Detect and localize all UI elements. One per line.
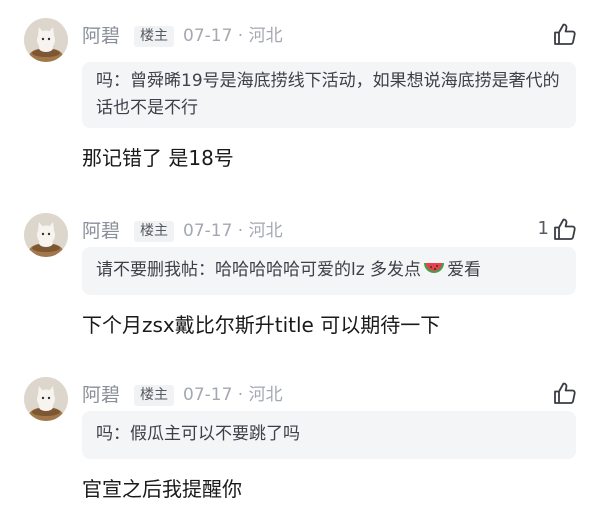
comment-item: 阿碧 楼主 07-17 · 河北 吗：假瓜主可以不要跳了吗 官宣之后我提醒你 <box>0 377 600 517</box>
thumbs-up-icon <box>554 218 576 240</box>
comment-text: 官宣之后我提醒你 <box>82 477 242 501</box>
cat-avatar-image <box>24 213 68 257</box>
avatar[interactable] <box>24 213 68 257</box>
author-name[interactable]: 阿碧 <box>82 219 120 243</box>
cat-avatar-image <box>24 377 68 421</box>
watermelon-icon <box>424 263 445 273</box>
comment-item: 阿碧 楼主 07-17 · 河北 吗：曾舜晞19号是海底捞线下活动，如果想说海底… <box>0 18 600 178</box>
comment-meta: 07-17 · 河北 <box>183 26 283 46</box>
like-count: 1 <box>537 218 549 239</box>
like-button[interactable]: 1 <box>538 216 578 242</box>
like-button[interactable] <box>549 21 578 47</box>
quoted-comment[interactable]: 吗：曾舜晞19号是海底捞线下活动，如果想说海底捞是奢代的话也不是不行 <box>82 62 576 128</box>
comment-meta: 07-17 · 河北 <box>183 385 283 405</box>
avatar[interactable] <box>24 18 68 62</box>
cat-avatar-image <box>24 18 68 62</box>
comment-meta: 07-17 · 河北 <box>183 221 283 241</box>
quoted-author[interactable]: 吗： <box>96 424 130 444</box>
op-badge: 楼主 <box>134 26 174 47</box>
quoted-comment[interactable]: 吗：假瓜主可以不要跳了吗 <box>82 411 576 459</box>
thumbs-up-icon <box>554 382 576 404</box>
comment-text: 下个月zsx戴比尔斯升title 可以期待一下 <box>82 313 441 337</box>
op-badge: 楼主 <box>134 385 174 406</box>
avatar[interactable] <box>24 377 68 421</box>
thumbs-up-icon <box>554 23 576 45</box>
quoted-text: 假瓜主可以不要跳了吗 <box>130 424 300 444</box>
quoted-text: 曾舜晞19号是海底捞线下活动，如果想说海底捞是奢代的话也不是不行 <box>96 71 560 118</box>
quoted-text: 哈哈哈哈哈可爱的lz 多发点 <box>215 260 422 280</box>
quoted-author[interactable]: 吗： <box>96 71 130 91</box>
quoted-text-tail: 爱看 <box>447 260 482 280</box>
quoted-author[interactable]: 请不要删我帖： <box>96 260 215 280</box>
op-badge: 楼主 <box>134 221 174 242</box>
author-name[interactable]: 阿碧 <box>82 383 120 407</box>
like-button[interactable] <box>549 380 578 406</box>
quoted-comment[interactable]: 请不要删我帖：哈哈哈哈哈可爱的lz 多发点 爱看 <box>82 247 576 295</box>
comment-text: 那记错了 是18号 <box>82 146 234 170</box>
author-name[interactable]: 阿碧 <box>82 24 120 48</box>
comment-item: 阿碧 楼主 07-17 · 河北 1 请不要删我帖：哈哈哈哈哈可爱的lz 多发点… <box>0 213 600 343</box>
